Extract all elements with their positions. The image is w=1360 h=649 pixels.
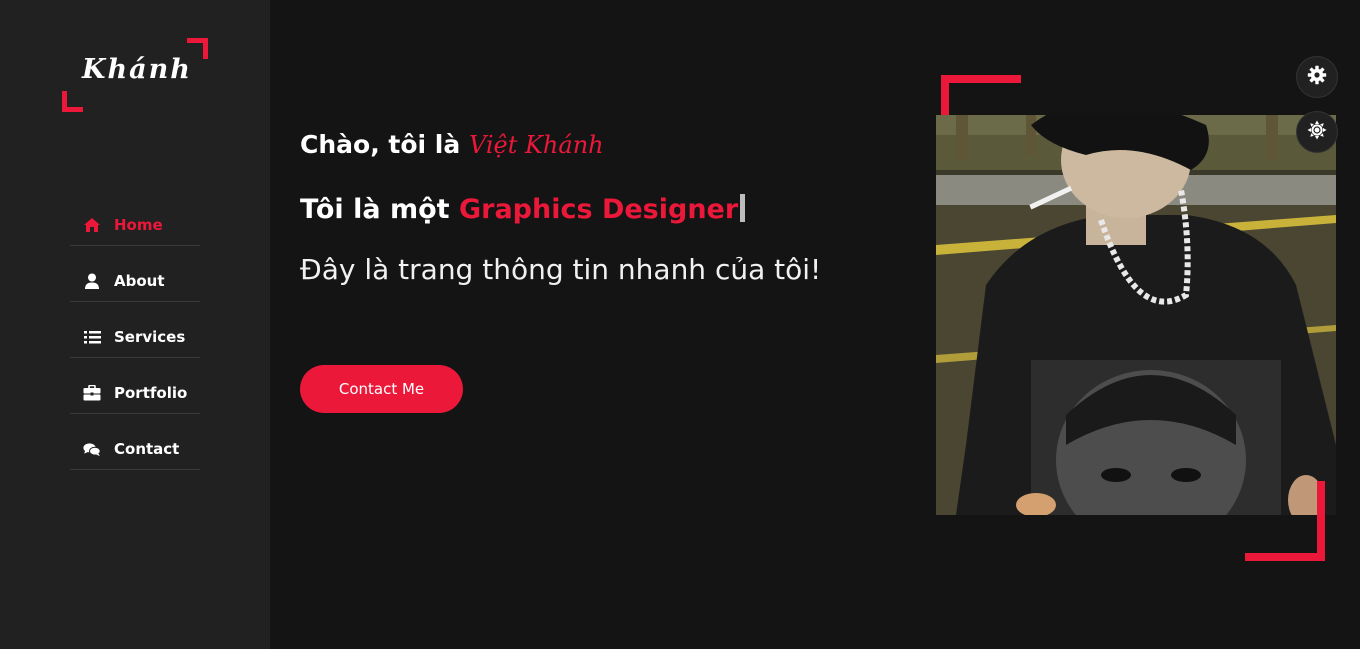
sidebar-nav: Home About Services Portfolio Contact — [70, 205, 200, 485]
user-icon — [83, 272, 101, 290]
typing-cursor — [740, 194, 746, 222]
sidebar-item-about[interactable]: About — [70, 261, 200, 302]
sidebar-item-contact[interactable]: Contact — [70, 429, 200, 470]
comments-icon — [83, 440, 101, 458]
gear-icon — [1307, 65, 1327, 89]
sidebar-item-label: Services — [114, 328, 186, 346]
briefcase-icon — [83, 384, 101, 402]
sidebar-item-portfolio[interactable]: Portfolio — [70, 373, 200, 414]
theme-toggle-button[interactable] — [1296, 111, 1338, 153]
home-icon — [83, 216, 101, 234]
contact-me-button[interactable]: Contact Me — [300, 365, 463, 413]
list-icon — [83, 328, 101, 346]
sidebar-item-label: About — [114, 272, 165, 290]
sidebar-item-label: Portfolio — [114, 384, 188, 402]
hero-name: Việt Khánh — [468, 131, 604, 159]
logo[interactable]: Khánh — [60, 36, 210, 114]
hero-profession: Tôi là một Graphics Designer — [300, 194, 746, 225]
style-switcher-button[interactable] — [1296, 56, 1338, 98]
photo-frame-corner — [941, 75, 1021, 83]
sun-icon — [1307, 120, 1327, 144]
profession-prefix: Tôi là một — [300, 194, 459, 225]
logo-corner-bottom-left — [62, 91, 83, 112]
page: Khánh Home About Services Portfolio Cont… — [0, 0, 1360, 649]
photo-frame-corner — [1317, 481, 1325, 561]
photo-frame-corner — [1245, 553, 1325, 561]
hero-greeting: Chào, tôi là Việt Khánh — [300, 130, 604, 159]
logo-text: Khánh — [82, 54, 192, 85]
sidebar-item-label: Contact — [114, 440, 180, 458]
typed-profession: Graphics Designer — [458, 194, 739, 225]
greeting-prefix: Chào, tôi là — [300, 130, 469, 159]
sidebar-item-home[interactable]: Home — [70, 205, 200, 246]
sidebar-item-label: Home — [114, 216, 163, 234]
sidebar-item-services[interactable]: Services — [70, 317, 200, 358]
profile-photo — [936, 115, 1336, 515]
sidebar: Khánh Home About Services Portfolio Cont… — [0, 0, 270, 649]
hero-intro: Đây là trang thông tin nhanh của tôi! — [300, 253, 822, 286]
